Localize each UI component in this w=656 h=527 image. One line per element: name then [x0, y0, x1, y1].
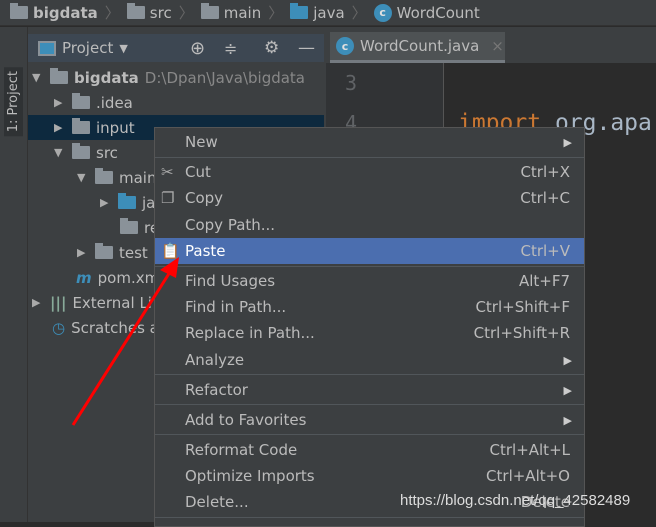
watermark: https://blog.csdn.net/qq_42582489 [400, 492, 631, 509]
annotation-arrow [71, 257, 179, 426]
